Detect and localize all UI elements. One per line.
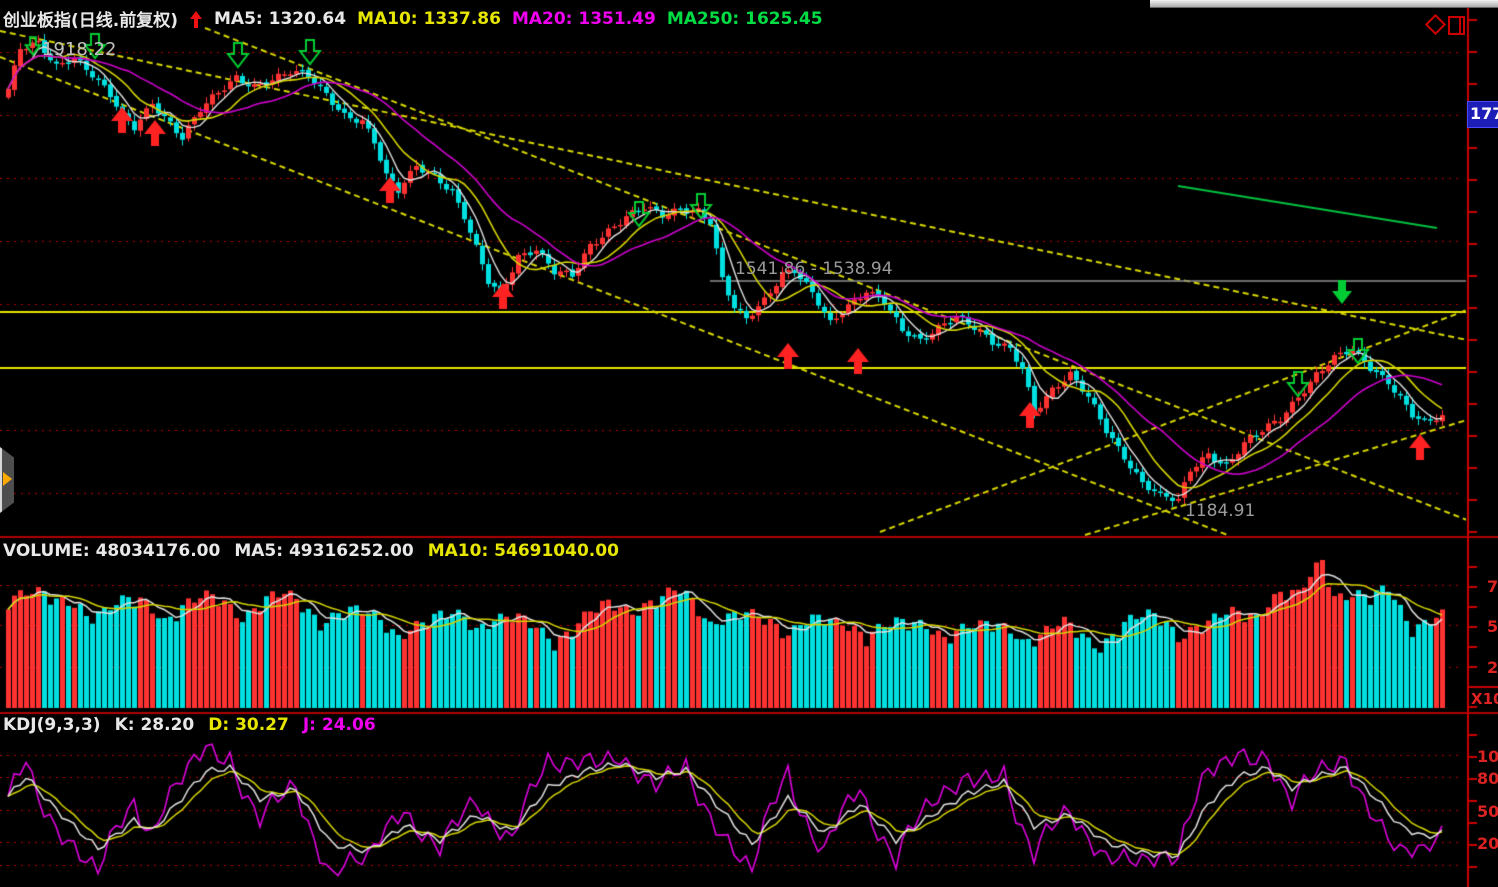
period-low-label: 1184.91 <box>1185 501 1255 521</box>
volume-header: VOLUME: 48034176.00 MA5: 49316252.00 MA1… <box>3 541 619 561</box>
expand-arrow-icon <box>3 472 12 486</box>
buy-signal-arrow-icon <box>189 11 203 28</box>
ma20-legend: MA20: 1351.49 <box>512 9 656 29</box>
ma10-legend: MA10: 1337.86 <box>357 9 501 29</box>
volume-axis-unit: X10 <box>1471 690 1498 708</box>
kdj-d-value: D: 30.27 <box>208 715 289 735</box>
kdj-k-value: K: 28.20 <box>115 715 195 735</box>
kdj-axis-tick-20: 20 <box>1477 834 1498 853</box>
volume-axis-tick-7: 7 <box>1487 577 1498 596</box>
gap-range-label: 1541.86 - 1538.94 <box>735 259 893 279</box>
kdj-params: KDJ(9,3,3) <box>3 715 101 735</box>
expand-sidebar-handle[interactable] <box>0 447 14 513</box>
trading-terminal-window: 创业板指(日线.前复权) MA5: 1320.64 MA10: 1337.86 … <box>0 0 1498 887</box>
tile-windows-icon[interactable] <box>1448 16 1465 35</box>
chart-header: 创业板指(日线.前复权) MA5: 1320.64 MA10: 1337.86 … <box>3 6 823 31</box>
price-axis-badge: 177 <box>1467 101 1498 128</box>
kdj-axis-tick-50: 50 <box>1477 802 1498 821</box>
volume-axis-tick-5: 5 <box>1487 617 1498 636</box>
kdj-axis-tick-100: 100 <box>1477 747 1498 766</box>
volume-axis-tick-2: 2 <box>1487 658 1498 677</box>
kdj-header: KDJ(9,3,3) K: 28.20 D: 30.27 J: 24.06 <box>3 715 376 735</box>
chart-title: 创业板指(日线.前复权) <box>3 6 178 31</box>
chart-canvas[interactable] <box>0 0 1498 887</box>
volume-ma5-value: MA5: 49316252.00 <box>234 541 413 561</box>
kdj-j-value: J: 24.06 <box>303 715 376 735</box>
volume-ma10-value: MA10: 54691040.00 <box>428 541 619 561</box>
kdj-axis-tick-80: 80 <box>1477 769 1498 788</box>
volume-value: VOLUME: 48034176.00 <box>3 541 220 561</box>
period-high-label: 1918.22 <box>42 39 116 60</box>
window-edge-strip <box>1150 0 1498 8</box>
ma250-legend: MA250: 1625.45 <box>667 9 823 29</box>
ma5-legend: MA5: 1320.64 <box>214 9 346 29</box>
